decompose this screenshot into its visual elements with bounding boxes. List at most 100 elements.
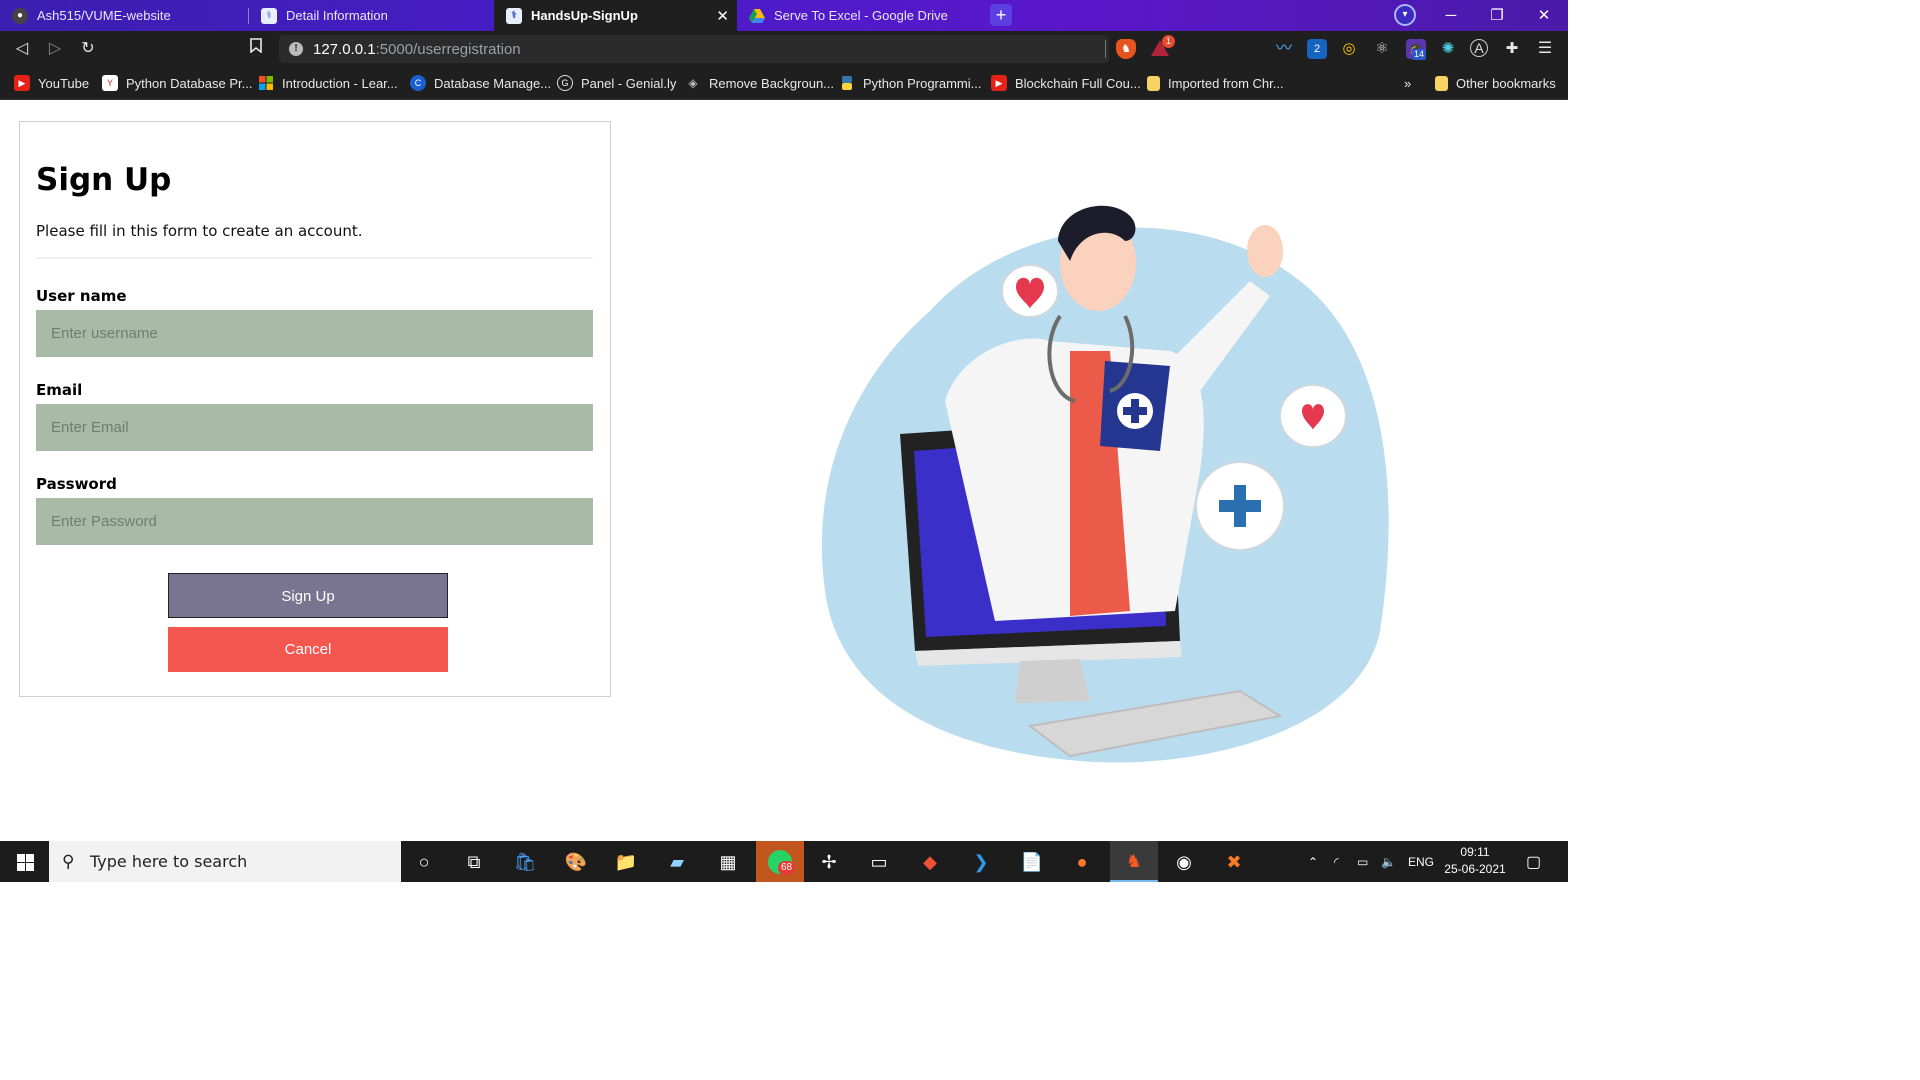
brave-shields-icon[interactable]: ♞ [1116,39,1136,59]
extension-2-icon[interactable]: 2 [1307,39,1327,59]
email-label: Email [36,381,83,399]
more-bookmarks-button[interactable]: » [1404,67,1411,99]
rewards-badge: 1 [1162,35,1175,48]
windows-start-icon[interactable] [10,847,40,877]
cancel-button[interactable]: Cancel [168,627,448,672]
minimize-button[interactable]: ─ [1428,0,1474,31]
show-hidden-icons[interactable]: ⌃ [1308,841,1318,882]
postman-icon[interactable]: ● [1067,847,1097,877]
search-placeholder: Type here to search [90,852,248,871]
tab-google-drive[interactable]: Serve To Excel - Google Drive [737,0,982,31]
email-input[interactable] [36,404,593,451]
youtube-icon: ▶ [14,75,30,91]
bookmark-python-database[interactable]: Y Python Database Pr... [102,67,252,99]
site-info-icon[interactable]: ! [289,42,303,56]
bookmark-remove-background[interactable]: ◈ Remove Backgroun... [685,67,834,99]
bookmark-icon[interactable] [244,37,268,61]
battery-icon[interactable]: ▭ [1357,841,1368,882]
xampp-icon[interactable]: ✖ [1219,847,1249,877]
tab-strip: ● Ash515/VUME-website ⚕ Detail Informati… [0,0,1568,31]
taskbar-clock[interactable]: 09:11 25-06-2021 [1440,844,1510,878]
profile-menu-icon[interactable]: ▾ [1394,4,1416,26]
brave-browser-icon[interactable]: ♞ [1110,841,1158,882]
slack-icon[interactable]: ✢ [814,847,844,877]
document-app-icon[interactable]: 📄 [1017,847,1047,877]
tab-title: Ash515/VUME-website [37,8,171,23]
bookmark-blockchain[interactable]: ▶ Blockchain Full Cou... [991,67,1141,99]
forward-button[interactable]: ▷ [43,37,67,61]
whatsapp-icon[interactable]: 68 [756,841,804,882]
clock-time: 09:11 [1460,845,1490,859]
taskbar-search-box[interactable]: ⚲ Type here to search [49,841,401,882]
url-path: :5000/userregistration [375,41,521,58]
bookmark-database-management[interactable]: C Database Manage... [410,67,551,99]
bookmark-youtube[interactable]: ▶ YouTube [14,67,89,99]
tab-detail-information[interactable]: ⚕ Detail Information [249,0,494,31]
signup-button[interactable]: Sign Up [168,573,448,618]
back-button[interactable]: ◁ [10,37,34,61]
reload-button[interactable]: ↻ [76,37,100,61]
react-devtools-icon[interactable]: ⚛ [1372,39,1392,59]
task-view-icon[interactable]: ⧉ [459,847,489,877]
monitor-stand [1015,659,1090,703]
brave-rewards-icon[interactable]: 1 [1150,35,1175,59]
paint-icon[interactable]: 🎨 [561,847,591,877]
doctor-hand [1247,225,1283,277]
volume-icon[interactable]: 🔈 [1381,841,1396,882]
git-icon[interactable]: ◆ [915,847,945,877]
file-explorer-icon[interactable]: 📁 [611,847,641,877]
medical-site-icon: ⚕ [506,7,522,24]
tab-vume-website[interactable]: ● Ash515/VUME-website [0,0,248,31]
other-bookmarks-folder[interactable]: Other bookmarks [1435,67,1556,99]
terminal-icon[interactable]: ▭ [864,847,894,877]
bookmark-label: Introduction - Lear... [282,75,398,91]
form-divider [36,257,593,259]
tab-title: Serve To Excel - Google Drive [774,8,948,23]
search-icon: ⚲ [62,851,75,871]
bookmark-label: Remove Backgroun... [709,75,835,91]
microsoft-store-icon[interactable]: 🛍 [510,847,540,877]
password-input[interactable] [36,498,593,545]
bookmark-label: Panel - Genial.ly [581,75,677,91]
more-bookmarks-label: » [1404,75,1412,91]
bookmark-python-programming[interactable]: Python Programmi... [839,67,982,99]
menu-icon[interactable]: ☰ [1535,39,1555,59]
bookmark-genially[interactable]: G Panel - Genial.ly [557,67,676,99]
close-window-button[interactable]: ✕ [1521,0,1567,31]
gear-extension-icon[interactable]: ✺ [1438,39,1458,59]
medical-site-icon: ⚕ [261,7,277,24]
form-subtitle: Please fill in this form to create an ac… [36,222,363,240]
address-bar[interactable]: ! 127.0.0.1:5000/userregistration [279,35,1109,63]
restore-button[interactable]: ❐ [1474,0,1520,31]
wave-extension-icon[interactable]: 〰 [1274,39,1294,59]
bookmark-label: YouTube [38,75,90,91]
username-label: User name [36,287,127,305]
notifications-icon[interactable]: ▢ [1526,841,1541,882]
bookmark-label: Database Manage... [434,75,552,91]
plus-icon [1123,407,1147,415]
omnibox-divider [1105,40,1106,58]
a-extension-icon[interactable]: A [1470,39,1488,57]
bookmark-label: Other bookmarks [1456,75,1556,91]
folder-icon [1147,75,1160,91]
github-icon: ● [12,7,28,24]
close-tab-icon[interactable]: ✕ [716,7,729,25]
vscode-icon[interactable]: ❯ [966,847,996,877]
cortana-icon[interactable]: ○ [409,847,439,877]
username-input[interactable] [36,310,593,357]
puzzle-extensions-icon[interactable]: ✚ [1502,39,1522,59]
browser-toolbar: ◁ ▷ ↻ ! 127.0.0.1:5000/userregistration … [0,31,1568,67]
url-text: 127.0.0.1:5000/userregistration [313,41,521,58]
tab-handsup-signup[interactable]: ⚕ HandsUp-SignUp ✕ [494,0,737,31]
new-tab-button[interactable]: + [990,4,1012,26]
color-picker-extension-icon[interactable]: ◎ [1339,39,1359,59]
graduation-extension-icon[interactable]: 🎓 14 [1406,39,1427,60]
language-indicator[interactable]: ENG [1408,841,1434,882]
bookmark-introduction[interactable]: Introduction - Lear... [258,67,398,99]
bookmark-folder-imported[interactable]: Imported from Chr... [1147,67,1284,99]
calculator-icon[interactable]: ▦ [713,847,743,877]
page-content: Sign Up Please fill in this form to crea… [0,101,1568,841]
wifi-icon[interactable]: ◜ [1334,841,1339,882]
notes-app-icon[interactable]: ▰ [662,847,692,877]
chrome-icon[interactable]: ◉ [1169,847,1199,877]
